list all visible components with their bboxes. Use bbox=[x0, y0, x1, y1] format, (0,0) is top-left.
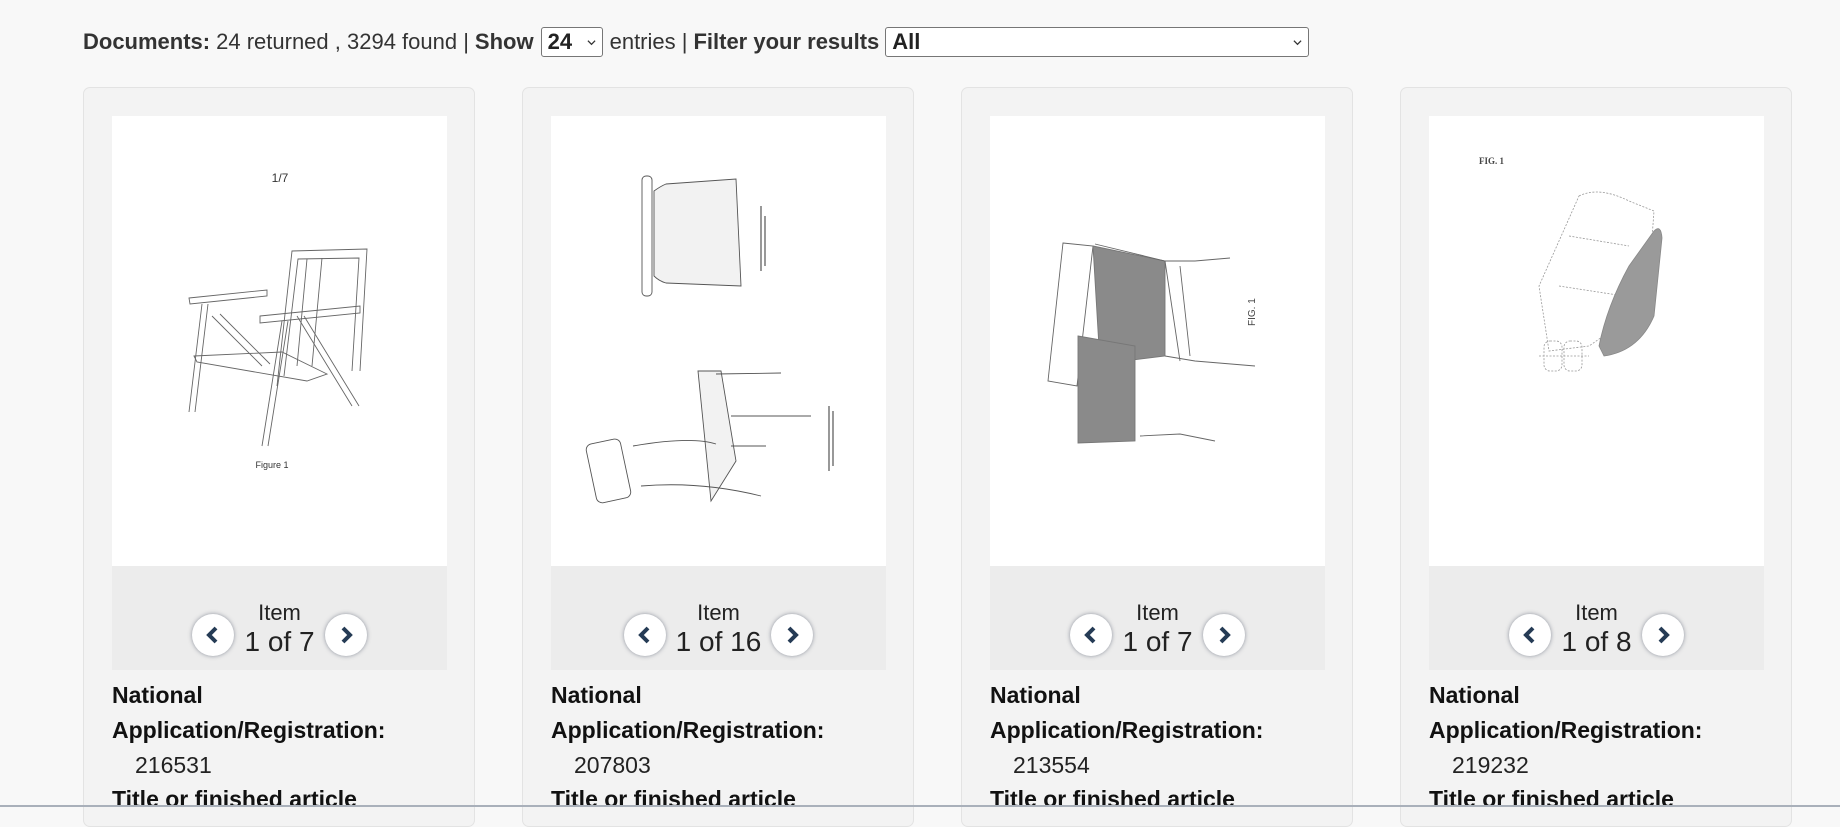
massage-chair-drawing-image: FIG. 1 bbox=[1479, 156, 1663, 372]
result-card: Item 1 of 16 National Application/Regist… bbox=[522, 87, 914, 827]
previous-item-button[interactable] bbox=[192, 614, 235, 656]
document-metadata: National Application/Registration: 21923… bbox=[1429, 678, 1769, 817]
entries-label: entries | bbox=[609, 29, 688, 54]
results-toolbar: Documents: 24 returned , 3294 found | Sh… bbox=[83, 27, 1316, 57]
registration-number: 207803 bbox=[574, 752, 651, 778]
registration-label-line2: Application/Registration: bbox=[551, 717, 825, 743]
result-card: FIG. 1 Item 1 of 7 National Application/… bbox=[961, 87, 1353, 827]
filter-results-select[interactable]: All bbox=[885, 27, 1310, 57]
item-counter: Item 1 of 16 bbox=[676, 602, 762, 656]
registration-label-line1: National bbox=[551, 682, 642, 708]
chair-drawing-image: 1/7 Figure 1 bbox=[188, 171, 368, 470]
item-position: 1 of 8 bbox=[1561, 626, 1632, 657]
document-thumbnail[interactable]: FIG. 1 bbox=[990, 116, 1325, 566]
item-pager: Item 1 of 7 bbox=[112, 566, 447, 670]
chevron-down-icon bbox=[1293, 39, 1302, 45]
result-card: 1/7 Figure 1 Item 1 of 7 National Applic… bbox=[83, 87, 475, 827]
title-label: Title or finished article bbox=[112, 786, 357, 812]
document-thumbnail[interactable]: FIG. 1 bbox=[1429, 116, 1764, 566]
documents-label: Documents: bbox=[83, 29, 211, 54]
image-caption-top: FIG. 1 bbox=[1479, 156, 1505, 166]
item-pager: Item 1 of 8 bbox=[1429, 566, 1764, 670]
image-caption-bottom: Figure 1 bbox=[255, 460, 288, 470]
registration-number: 219232 bbox=[1452, 752, 1529, 778]
item-label: Item bbox=[1575, 600, 1618, 625]
results-count: 24 returned , 3294 found | bbox=[216, 29, 469, 54]
previous-item-button[interactable] bbox=[1070, 614, 1113, 656]
entries-per-page-value: 24 bbox=[547, 29, 573, 54]
document-thumbnail[interactable] bbox=[551, 116, 886, 566]
image-caption-top: 1/7 bbox=[272, 171, 289, 185]
registration-label-line2: Application/Registration: bbox=[990, 717, 1264, 743]
registration-label-line2: Application/Registration: bbox=[1429, 717, 1703, 743]
registration-number: 213554 bbox=[1013, 752, 1090, 778]
item-counter: Item 1 of 7 bbox=[244, 602, 314, 656]
chevron-left-icon bbox=[206, 626, 218, 644]
show-label: Show bbox=[474, 29, 534, 54]
chevron-right-icon bbox=[1658, 626, 1670, 644]
registration-label-line1: National bbox=[112, 682, 203, 708]
chevron-right-icon bbox=[341, 626, 353, 644]
item-pager: Item 1 of 16 bbox=[551, 566, 886, 670]
next-item-button[interactable] bbox=[771, 614, 814, 656]
registration-label-line1: National bbox=[1429, 682, 1520, 708]
item-pager: Item 1 of 7 bbox=[990, 566, 1325, 670]
filter-label: Filter your results bbox=[693, 29, 880, 54]
document-metadata: National Application/Registration: 21355… bbox=[990, 678, 1330, 817]
chevron-left-icon bbox=[637, 626, 650, 644]
item-counter: Item 1 of 8 bbox=[1561, 602, 1631, 656]
document-thumbnail[interactable]: 1/7 Figure 1 bbox=[112, 116, 447, 566]
item-position: 1 of 7 bbox=[1122, 626, 1193, 657]
registration-label-line2: Application/Registration: bbox=[112, 717, 386, 743]
item-position: 1 of 7 bbox=[244, 626, 315, 657]
chair-drawing-image: FIG. 1 bbox=[1047, 242, 1258, 444]
title-label: Title or finished article bbox=[1429, 786, 1674, 812]
image-caption-side: FIG. 1 bbox=[1247, 298, 1258, 326]
next-item-button[interactable] bbox=[1641, 614, 1684, 656]
item-counter: Item 1 of 7 bbox=[1122, 602, 1192, 656]
chevron-down-icon bbox=[587, 39, 596, 45]
filter-results-value: All bbox=[892, 29, 921, 54]
title-label: Title or finished article bbox=[990, 786, 1235, 812]
chair-drawing-image bbox=[585, 175, 834, 504]
document-metadata: National Application/Registration: 20780… bbox=[551, 678, 891, 817]
next-item-button[interactable] bbox=[324, 614, 367, 656]
chevron-left-icon bbox=[1084, 626, 1096, 644]
item-position: 1 of 16 bbox=[675, 626, 762, 657]
item-label: Item bbox=[258, 600, 301, 625]
item-label: Item bbox=[1136, 600, 1179, 625]
previous-item-button[interactable] bbox=[1509, 614, 1552, 656]
item-label: Item bbox=[697, 600, 740, 625]
registration-label-line1: National bbox=[990, 682, 1081, 708]
previous-item-button[interactable] bbox=[623, 614, 666, 656]
document-metadata: National Application/Registration: 21653… bbox=[112, 678, 452, 817]
title-label: Title or finished article bbox=[551, 786, 796, 812]
result-card: FIG. 1 Item 1 of 8 National Application/… bbox=[1400, 87, 1792, 827]
next-item-button[interactable] bbox=[1202, 614, 1245, 656]
entries-per-page-select[interactable]: 24 bbox=[540, 27, 603, 57]
chevron-left-icon bbox=[1523, 626, 1535, 644]
chevron-right-icon bbox=[787, 626, 800, 644]
chevron-right-icon bbox=[1219, 626, 1231, 644]
registration-number: 216531 bbox=[135, 752, 212, 778]
